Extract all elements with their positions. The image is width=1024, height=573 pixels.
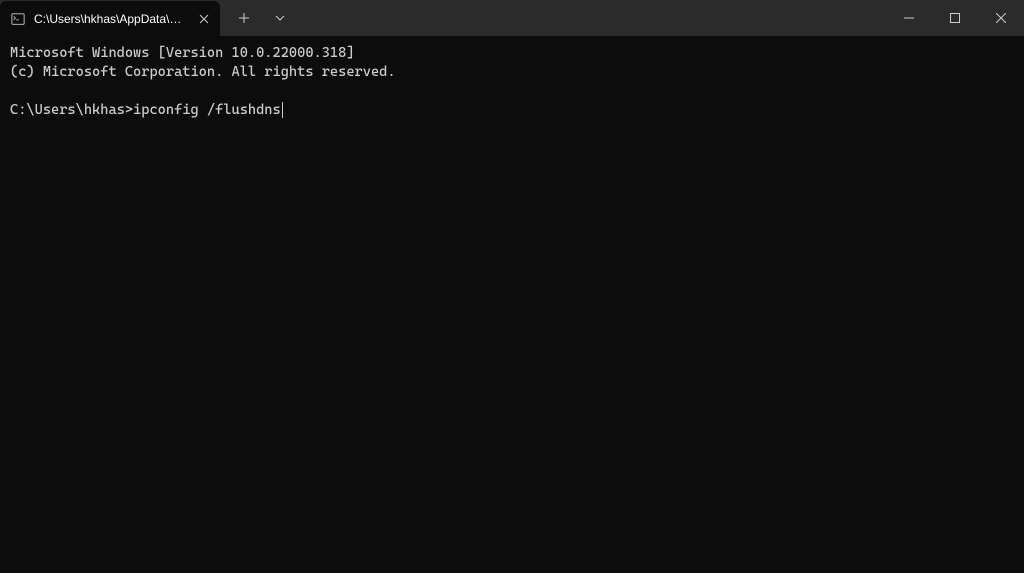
text-cursor bbox=[282, 102, 283, 118]
new-tab-button[interactable] bbox=[228, 2, 260, 34]
window-controls bbox=[886, 0, 1024, 36]
minimize-button[interactable] bbox=[886, 0, 932, 36]
titlebar: C:\Users\hkhas\AppData\Roami bbox=[0, 0, 1024, 36]
terminal-area[interactable]: Microsoft Windows [Version 10.0.22000.31… bbox=[0, 36, 1024, 573]
tab-controls bbox=[220, 2, 296, 34]
tab-close-button[interactable] bbox=[196, 11, 212, 27]
maximize-button[interactable] bbox=[932, 0, 978, 36]
titlebar-left: C:\Users\hkhas\AppData\Roami bbox=[0, 0, 296, 36]
version-line: Microsoft Windows [Version 10.0.22000.31… bbox=[10, 44, 1014, 63]
tab-title: C:\Users\hkhas\AppData\Roami bbox=[34, 12, 188, 26]
close-button[interactable] bbox=[978, 0, 1024, 36]
tab-dropdown-button[interactable] bbox=[264, 2, 296, 34]
command-input[interactable]: ipconfig /flushdns bbox=[133, 101, 281, 120]
prompt-line: C:\Users\hkhas>ipconfig /flushdns bbox=[10, 101, 1014, 120]
cmd-icon bbox=[10, 11, 26, 27]
blank-line bbox=[10, 82, 1014, 101]
copyright-line: (c) Microsoft Corporation. All rights re… bbox=[10, 63, 1014, 82]
terminal-tab[interactable]: C:\Users\hkhas\AppData\Roami bbox=[0, 1, 220, 37]
prompt-text: C:\Users\hkhas> bbox=[10, 101, 133, 120]
